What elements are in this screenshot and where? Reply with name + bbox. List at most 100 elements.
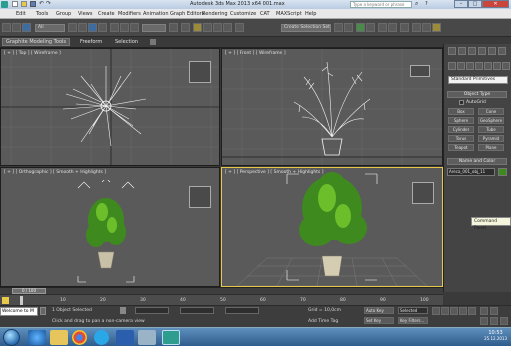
schematic-view-icon[interactable] xyxy=(388,23,397,32)
menu-item-views[interactable]: Views xyxy=(78,11,92,17)
maximize-button[interactable]: □ xyxy=(468,0,482,8)
previous-frame-icon[interactable] xyxy=(441,307,449,315)
object-color-swatch[interactable] xyxy=(498,168,507,176)
maxscript-listener[interactable]: Welcome to M xyxy=(0,307,38,316)
orbit-icon[interactable] xyxy=(490,317,498,325)
scale-icon[interactable] xyxy=(130,23,139,32)
viewcube-icon[interactable] xyxy=(189,61,211,83)
motion-tab-icon[interactable] xyxy=(478,47,486,55)
layer-manager-icon[interactable] xyxy=(356,23,365,32)
menu-item-tools[interactable]: Tools xyxy=(36,11,48,17)
autogrid-checkbox[interactable] xyxy=(459,100,464,105)
percent-snap-icon[interactable] xyxy=(213,23,222,32)
save-file-icon[interactable] xyxy=(30,1,36,7)
object-name-field[interactable]: Areca_001_obj_11 xyxy=(447,168,495,176)
geometry-icon[interactable] xyxy=(448,62,456,70)
y-coordinate-field[interactable] xyxy=(180,307,214,314)
box-button[interactable]: Box xyxy=(448,108,474,115)
menu-item-group[interactable]: Group xyxy=(56,11,71,17)
rectangle-selection-icon[interactable] xyxy=(88,23,97,32)
menu-item-edit[interactable]: Edit xyxy=(16,11,26,17)
close-button[interactable]: ✕ xyxy=(482,0,509,8)
system-clock[interactable]: 10:53 25.12.2013 xyxy=(484,330,507,341)
menu-item-help[interactable]: Help xyxy=(305,11,316,17)
time-slider[interactable]: 0 / 100 xyxy=(0,287,443,294)
app-logo-icon[interactable] xyxy=(1,1,8,8)
redo-icon[interactable]: ↷ xyxy=(46,1,51,7)
pivot-center-icon[interactable] xyxy=(169,23,178,32)
plane-button[interactable]: Plane xyxy=(478,144,504,151)
reference-coordinate-dropdown[interactable] xyxy=(142,24,166,32)
rollout-object-type[interactable]: Object Type xyxy=(447,91,507,98)
selected-dropdown[interactable]: Selected xyxy=(398,307,428,314)
menu-item-maxscript[interactable]: MAXScript xyxy=(276,11,302,17)
snap-toggle-icon[interactable] xyxy=(193,23,202,32)
viewport-label[interactable]: [ + ] [ Orthographic ] [ Smooth + Highli… xyxy=(4,170,106,175)
menu-item-modifiers[interactable]: Modifiers xyxy=(118,11,141,17)
play-icon[interactable] xyxy=(450,307,458,315)
menu-item-customize[interactable]: Customize xyxy=(230,11,256,17)
lock-icon[interactable] xyxy=(120,307,126,314)
rotate-icon[interactable] xyxy=(120,23,129,32)
create-tab-icon[interactable] xyxy=(448,47,456,55)
rendered-frame-icon[interactable] xyxy=(422,23,431,32)
spinner-snap-icon[interactable] xyxy=(223,23,232,32)
app-icon[interactable] xyxy=(138,330,156,345)
3ds-max-taskbar-icon[interactable] xyxy=(162,330,180,345)
helpers-icon[interactable] xyxy=(484,62,492,70)
sphere-button[interactable]: Sphere xyxy=(448,117,474,124)
mirror-icon[interactable] xyxy=(334,23,343,32)
torus-button[interactable]: Torus xyxy=(448,135,474,142)
utilities-tab-icon[interactable] xyxy=(498,47,506,55)
ribbon-toggle-icon[interactable] xyxy=(150,39,156,45)
skype-icon[interactable] xyxy=(94,330,109,345)
open-file-icon[interactable] xyxy=(21,1,27,7)
geosphere-button[interactable]: GeoSphere xyxy=(478,117,504,124)
graphite-toggle-icon[interactable] xyxy=(366,23,375,32)
window-crossing-icon[interactable] xyxy=(98,23,107,32)
maximize-viewport-icon[interactable] xyxy=(500,317,508,325)
add-time-tag-button[interactable]: Add Time Tag xyxy=(308,319,338,324)
z-coordinate-field[interactable] xyxy=(225,307,259,314)
viewport-top[interactable]: [ + ] [ Top ] [ Wireframe ] xyxy=(0,48,220,166)
set-key-button[interactable]: Set Key xyxy=(364,317,394,324)
zoom-icon[interactable] xyxy=(480,307,488,315)
shapes-icon[interactable] xyxy=(457,62,465,70)
tab-selection[interactable]: Selection xyxy=(115,39,138,45)
undo-icon[interactable]: ↶ xyxy=(39,1,44,7)
viewcube-icon[interactable] xyxy=(189,186,211,208)
select-by-name-icon[interactable] xyxy=(78,23,87,32)
select-manipulate-icon[interactable] xyxy=(181,23,190,32)
render-setup-icon[interactable] xyxy=(412,23,421,32)
menu-item-cat[interactable]: CAT xyxy=(260,11,270,17)
viewcube-icon[interactable] xyxy=(410,65,430,77)
internet-explorer-icon[interactable] xyxy=(28,330,46,345)
select-object-icon[interactable] xyxy=(68,23,77,32)
tube-button[interactable]: Tube xyxy=(478,126,504,133)
start-button[interactable] xyxy=(3,329,20,346)
display-tab-icon[interactable] xyxy=(488,47,496,55)
search-input[interactable]: Type a keyword or phrase xyxy=(350,1,412,8)
primitive-type-dropdown[interactable]: Standard Primitives xyxy=(448,76,508,84)
file-explorer-icon[interactable] xyxy=(50,330,68,345)
systems-icon[interactable] xyxy=(502,62,510,70)
pyramid-button[interactable]: Pyramid xyxy=(478,135,504,142)
new-file-icon[interactable] xyxy=(12,1,18,7)
render-production-icon[interactable] xyxy=(432,23,441,32)
minimize-button[interactable]: – xyxy=(454,0,468,8)
pan-view-icon[interactable] xyxy=(480,317,488,325)
track-bar[interactable]: 0 10 20 30 40 50 60 70 80 90 100 xyxy=(0,294,443,305)
auto-key-button[interactable]: Auto Key xyxy=(364,307,394,314)
word-icon[interactable] xyxy=(116,330,134,345)
edit-named-selection-icon[interactable] xyxy=(235,23,244,32)
named-selection-dropdown[interactable]: Create Selection Set xyxy=(281,24,331,32)
cone-button[interactable]: Cone xyxy=(478,108,504,115)
teapot-button[interactable]: Teapot xyxy=(448,144,474,151)
mini-curve-editor-icon[interactable] xyxy=(2,297,9,304)
link-icon[interactable] xyxy=(22,23,31,32)
help-icon[interactable]: ? xyxy=(425,1,428,7)
next-frame-icon[interactable] xyxy=(459,307,467,315)
selection-lock-icon[interactable] xyxy=(40,307,46,315)
tab-graphite-modeling-tools[interactable]: Graphite Modeling Tools xyxy=(2,38,71,46)
chrome-icon[interactable] xyxy=(72,330,87,345)
